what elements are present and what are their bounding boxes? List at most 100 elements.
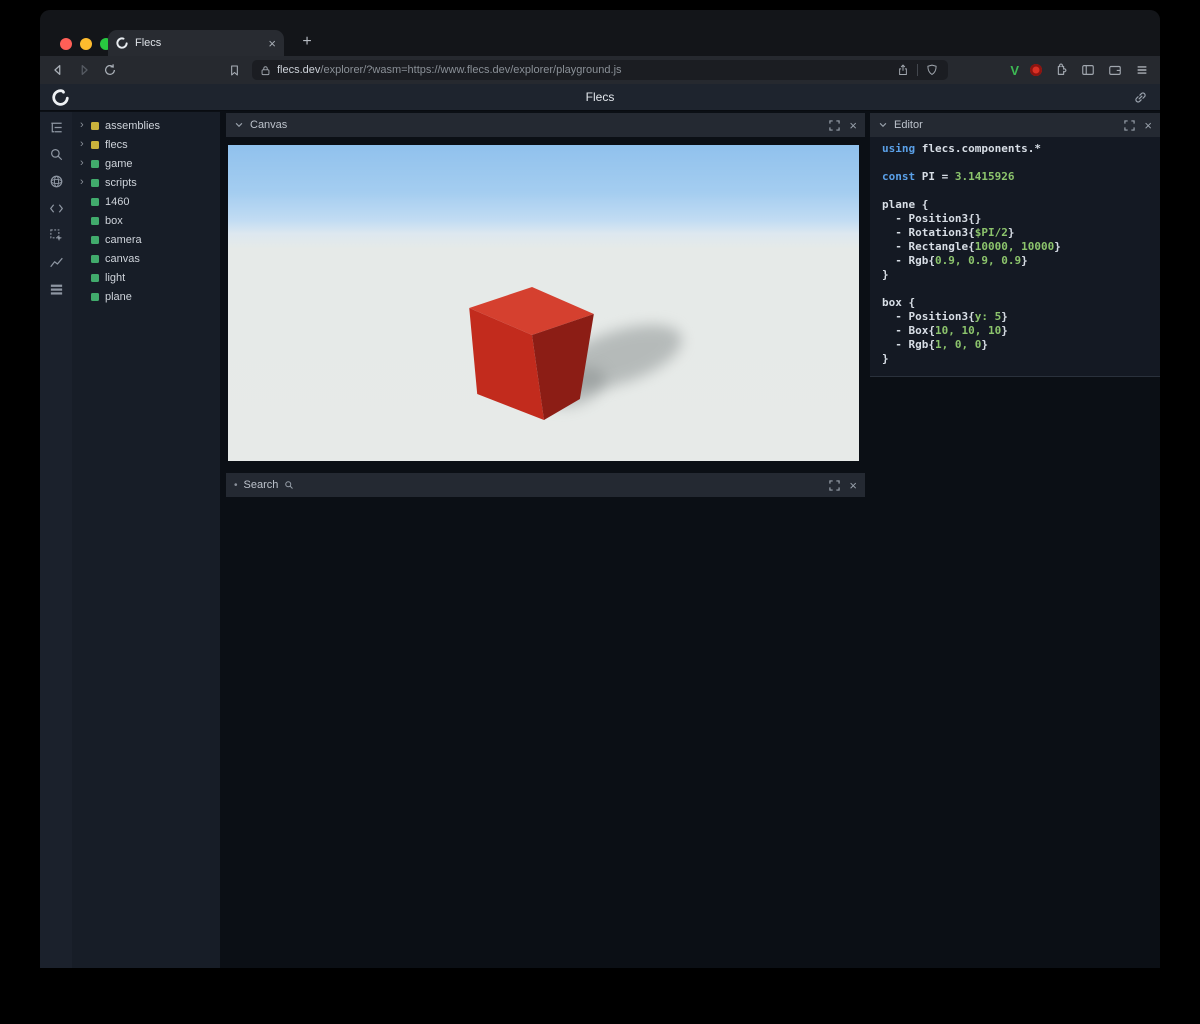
canvas-panel-title: Canvas — [250, 119, 287, 131]
inspect-icon[interactable] — [45, 226, 67, 244]
tree-item-label: light — [105, 272, 125, 284]
commands-icon[interactable] — [45, 280, 67, 298]
tree-item-label: box — [105, 215, 123, 227]
code-line: - Box{10, 10, 10} — [882, 324, 1160, 338]
entity-color-swatch — [91, 274, 99, 282]
code-line: - Position3{y: 5} — [882, 310, 1160, 324]
code-line: - Position3{} — [882, 212, 1160, 226]
tree-expand-icon[interactable]: › — [80, 120, 91, 131]
brave-shield-icon[interactable] — [924, 62, 940, 78]
entity-color-swatch — [91, 293, 99, 301]
close-icon[interactable]: × — [1144, 119, 1152, 132]
tab-title: Flecs — [135, 37, 261, 49]
chevron-down-icon[interactable] — [234, 120, 244, 130]
search-panel: • Search × — [226, 473, 865, 497]
browser-menu-icon[interactable] — [1134, 62, 1150, 78]
code-line: - Rectangle{10000, 10000} — [882, 240, 1160, 254]
code-line — [882, 282, 1160, 296]
editor-panel: Editor × using flecs.components.* const … — [870, 113, 1160, 377]
tree-item-label: camera — [105, 234, 142, 246]
tree-item-light[interactable]: light — [72, 268, 220, 287]
tree-expand-icon[interactable]: › — [80, 139, 91, 150]
expand-icon[interactable] — [829, 480, 840, 491]
tree-item-canvas[interactable]: canvas — [72, 249, 220, 268]
expand-icon[interactable] — [829, 120, 840, 131]
canvas-panel: Canvas × — [226, 113, 865, 461]
code-line: const PI = 3.1415926 — [882, 170, 1160, 184]
tree-item-camera[interactable]: camera — [72, 230, 220, 249]
app-header: Flecs — [40, 84, 1160, 111]
back-icon[interactable] — [50, 62, 66, 78]
new-tab-button[interactable]: + — [296, 31, 318, 53]
search-header-actions: × — [829, 479, 857, 492]
close-icon[interactable]: × — [849, 119, 857, 132]
tree-item-game[interactable]: ›game — [72, 154, 220, 173]
share-icon[interactable] — [895, 62, 911, 78]
extension-cluster: V — [1010, 62, 1150, 78]
extensions-puzzle-icon[interactable] — [1053, 62, 1069, 78]
code-line: } — [882, 352, 1160, 366]
red-extension-icon[interactable] — [1030, 64, 1042, 76]
tab-close-icon[interactable]: × — [268, 37, 276, 50]
tree-item-label: flecs — [105, 139, 128, 151]
desktop-background: Flecs × + flecs.dev — [0, 0, 1200, 1024]
tree-item-flecs[interactable]: › flecs — [72, 135, 220, 154]
entity-tree-panel: ›assemblies›flecs›game›scripts1460boxcam… — [72, 112, 220, 968]
share-link-icon[interactable] — [1133, 90, 1148, 105]
search-panel-header[interactable]: • Search × — [226, 473, 865, 497]
close-icon[interactable]: × — [849, 479, 857, 492]
tree-expand-icon[interactable]: › — [80, 177, 91, 188]
entity-color-swatch — [91, 255, 99, 263]
chevron-down-icon[interactable] — [878, 120, 888, 130]
bookmark-icon[interactable] — [226, 62, 242, 78]
tree-expand-icon[interactable]: › — [80, 158, 91, 169]
code-line: } — [882, 268, 1160, 282]
address-bar[interactable]: flecs.dev /explorer/?wasm=https://www.fl… — [252, 60, 948, 80]
entity-color-swatch — [91, 198, 99, 206]
code-icon[interactable] — [45, 199, 67, 217]
search-icon[interactable] — [45, 145, 67, 163]
reload-icon[interactable] — [102, 62, 118, 78]
browser-tab[interactable]: Flecs × — [108, 30, 284, 56]
code-line: plane { — [882, 198, 1160, 212]
window-controls — [60, 38, 112, 50]
magnifier-icon — [284, 480, 294, 490]
stats-icon[interactable] — [45, 253, 67, 271]
minimize-window-button[interactable] — [80, 38, 92, 50]
code-line: - Rotation3{$PI/2} — [882, 226, 1160, 240]
entity-color-swatch — [91, 141, 99, 149]
code-line — [882, 184, 1160, 198]
forward-icon[interactable] — [76, 62, 92, 78]
flecs-explorer-app: Flecs — [40, 84, 1160, 968]
canvas-3d-viewport[interactable] — [228, 145, 859, 461]
close-window-button[interactable] — [60, 38, 72, 50]
url-domain: flecs.dev — [277, 64, 320, 76]
sidebar-toggle-icon[interactable] — [1080, 62, 1096, 78]
editor-panel-header[interactable]: Editor × — [870, 113, 1160, 137]
tree-item-box[interactable]: box — [72, 211, 220, 230]
script-editor[interactable]: using flecs.components.* const PI = 3.14… — [870, 137, 1160, 376]
expand-icon[interactable] — [1124, 120, 1135, 131]
tree-item-1460[interactable]: 1460 — [72, 192, 220, 211]
canvas-panel-header[interactable]: Canvas × — [226, 113, 865, 137]
tree-item-scripts[interactable]: ›scripts — [72, 173, 220, 192]
entity-color-swatch — [91, 236, 99, 244]
sidebar-icon-rail — [40, 112, 72, 968]
app-body: ›assemblies›flecs›game›scripts1460boxcam… — [40, 112, 1160, 968]
wallet-icon[interactable] — [1107, 62, 1123, 78]
entity-color-swatch — [91, 122, 99, 130]
main-content-area: Canvas × — [220, 112, 1160, 968]
code-line: - Rgb{0.9, 0.9, 0.9} — [882, 254, 1160, 268]
tree-item-plane[interactable]: plane — [72, 287, 220, 306]
hierarchy-icon[interactable] — [45, 118, 67, 136]
url-path: /explorer/?wasm=https://www.flecs.dev/ex… — [320, 64, 889, 76]
entities-icon[interactable] — [45, 172, 67, 190]
entity-color-swatch — [91, 217, 99, 225]
tree-item-assemblies[interactable]: ›assemblies — [72, 116, 220, 135]
editor-header-actions: × — [1124, 119, 1152, 132]
vimium-extension-icon[interactable]: V — [1010, 63, 1019, 78]
code-line: - Rgb{1, 0, 0} — [882, 338, 1160, 352]
collapsed-bullet-icon[interactable]: • — [234, 480, 238, 491]
canvas-header-actions: × — [829, 119, 857, 132]
browser-toolbar: flecs.dev /explorer/?wasm=https://www.fl… — [40, 56, 1160, 84]
